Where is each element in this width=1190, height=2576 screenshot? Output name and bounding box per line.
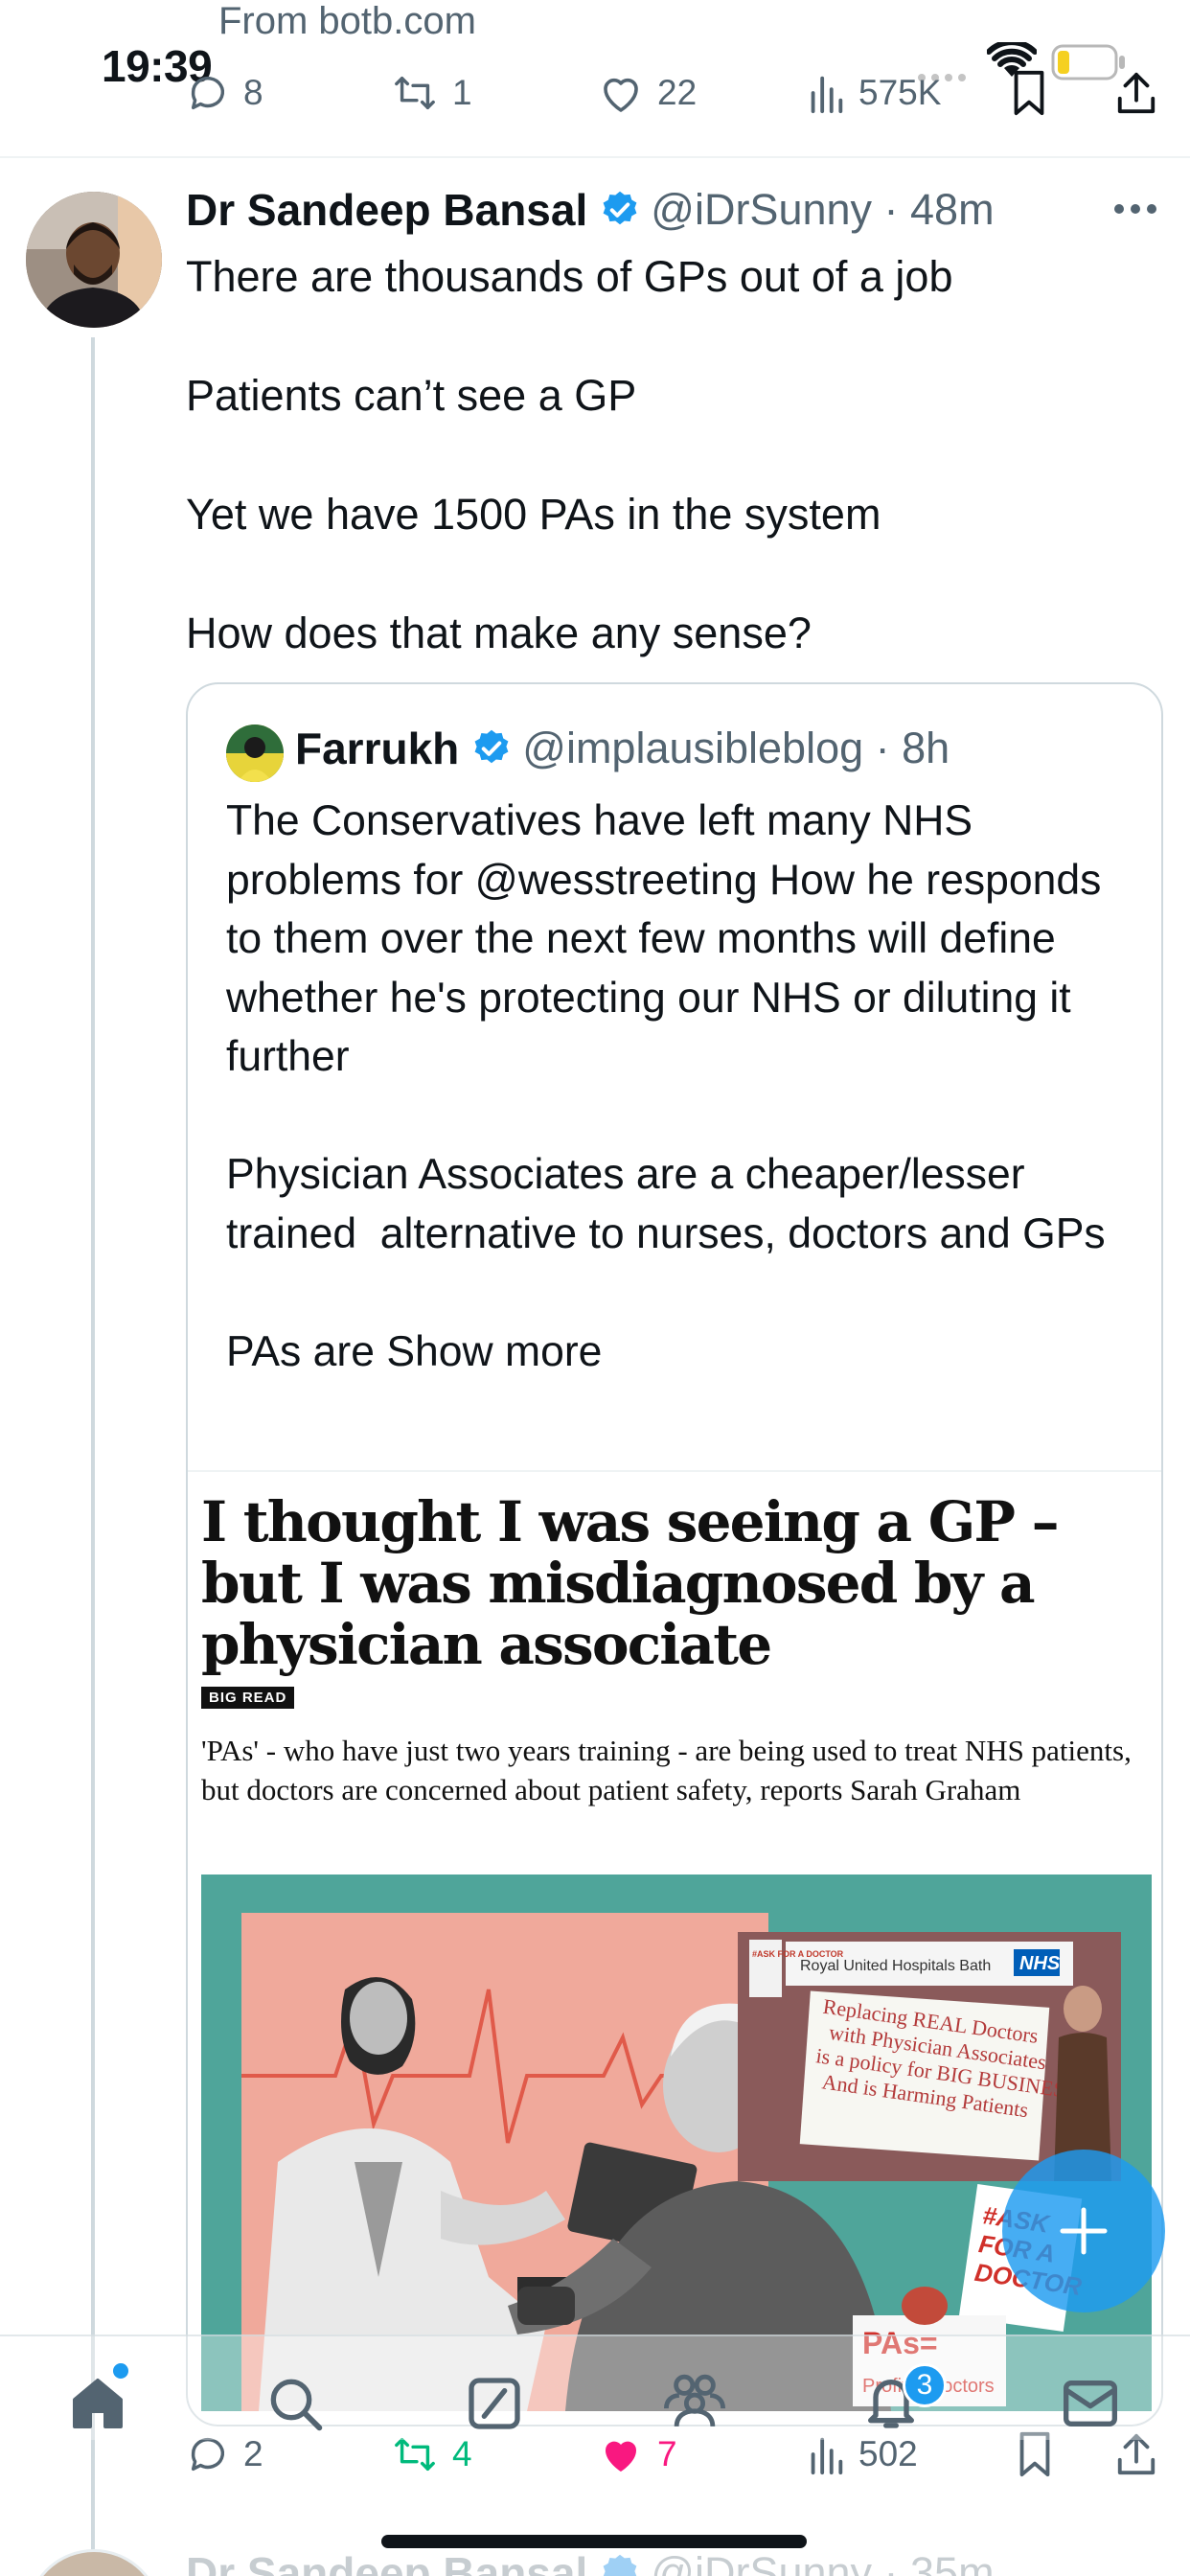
- views-count: 502: [858, 2434, 918, 2473]
- article-standfirst: 'PAs' - who have just two years training…: [201, 1734, 1132, 1806]
- repost-count: 1: [452, 73, 472, 112]
- author-name[interactable]: Dr Sandeep Bansal: [186, 184, 587, 236]
- verified-badge-icon: [474, 729, 509, 764]
- tweet-text: There are thousands of GPs out of a job …: [186, 252, 953, 657]
- reply-count: 2: [243, 2434, 263, 2473]
- protest-sign-small: #ASK FOR A DOCTOR: [752, 1949, 844, 1959]
- reply-button[interactable]: 8: [186, 71, 263, 115]
- reply-count: 8: [243, 73, 263, 112]
- show-more-link[interactable]: Show more: [386, 1328, 602, 1375]
- home-indicator[interactable]: [381, 2535, 807, 2548]
- hospital-sign: Royal United Hospitals Bath: [800, 1958, 991, 1974]
- communities-icon: [663, 2374, 726, 2427]
- quoted-author-handle: @implausibleblog · 8h: [522, 724, 950, 772]
- next-author-name[interactable]: Dr Sandeep Bansal: [186, 2547, 587, 2576]
- notifications-badge: 3: [903, 2363, 947, 2407]
- views-button[interactable]: 575K: [807, 71, 941, 115]
- more-options-icon[interactable]: [1113, 203, 1157, 215]
- like-button[interactable]: 22: [598, 71, 697, 115]
- divider: [188, 1470, 1161, 1472]
- unread-dot: [113, 2363, 128, 2379]
- search-icon: [270, 2379, 323, 2431]
- views-icon: [811, 76, 843, 114]
- tab-home[interactable]: [67, 2373, 128, 2434]
- compose-button[interactable]: [1002, 2150, 1165, 2312]
- quoted-avatar: [226, 724, 284, 782]
- reply-icon: [191, 77, 225, 110]
- tab-communities[interactable]: [661, 2369, 728, 2432]
- repost-icon: [395, 76, 435, 110]
- quoted-author-name: Farrukh: [295, 724, 460, 773]
- views-count: 575K: [858, 73, 942, 112]
- messages-icon: [1064, 2380, 1117, 2426]
- share-button[interactable]: [1114, 69, 1158, 117]
- repost-count: 4: [452, 2434, 472, 2473]
- avatar[interactable]: [26, 2549, 162, 2576]
- grok-icon: [469, 2378, 520, 2429]
- author-handle[interactable]: @iDrSunny · 48m: [651, 185, 994, 235]
- tab-messages[interactable]: [1060, 2375, 1121, 2432]
- avatar[interactable]: [26, 192, 162, 328]
- quoted-text: The Conservatives have left many NHS pro…: [226, 792, 1146, 1381]
- quoted-header: Farrukh @implausibleblog · 8h: [295, 723, 950, 774]
- repost-button[interactable]: 1: [391, 71, 472, 115]
- like-count: 22: [657, 73, 698, 112]
- bottom-tab-bar: 3: [0, 2334, 1190, 2440]
- plus-icon: [1060, 2207, 1108, 2255]
- thread-line: [91, 337, 95, 2576]
- article-tag: BIG READ: [201, 1687, 295, 1709]
- next-tweet-header: Dr Sandeep Bansal @iDrSunny · 35m: [186, 2547, 995, 2576]
- verified-badge-icon: [603, 2554, 637, 2576]
- share-icon: [1117, 72, 1156, 114]
- article-headline: I thought I was seeing a GP – but I was …: [201, 1489, 1060, 1677]
- tab-search[interactable]: [264, 2373, 326, 2434]
- source-overlay: From botb.com: [218, 0, 476, 42]
- bookmark-icon: [1014, 70, 1044, 116]
- bookmark-button[interactable]: [1010, 69, 1048, 117]
- tweet-header: Dr Sandeep Bansal @iDrSunny · 48m: [186, 184, 995, 236]
- divider: [0, 156, 1190, 158]
- quoted-tweet-card[interactable]: Farrukh @implausibleblog · 8h The Conser…: [186, 682, 1163, 2426]
- quoted-text-body: The Conservatives have left many NHS pro…: [226, 797, 1106, 1375]
- article-image[interactable]: Royal United Hospitals Bath NHS #ASK FOR…: [201, 1874, 1152, 2411]
- home-icon: [73, 2379, 123, 2428]
- tab-grok[interactable]: [464, 2373, 525, 2434]
- next-author-handle[interactable]: @iDrSunny · 35m: [651, 2548, 994, 2576]
- heart-icon: [604, 78, 638, 112]
- like-count: 7: [657, 2434, 677, 2473]
- verified-badge-icon: [603, 191, 637, 225]
- nhs-logo: NHS: [1019, 1953, 1061, 1974]
